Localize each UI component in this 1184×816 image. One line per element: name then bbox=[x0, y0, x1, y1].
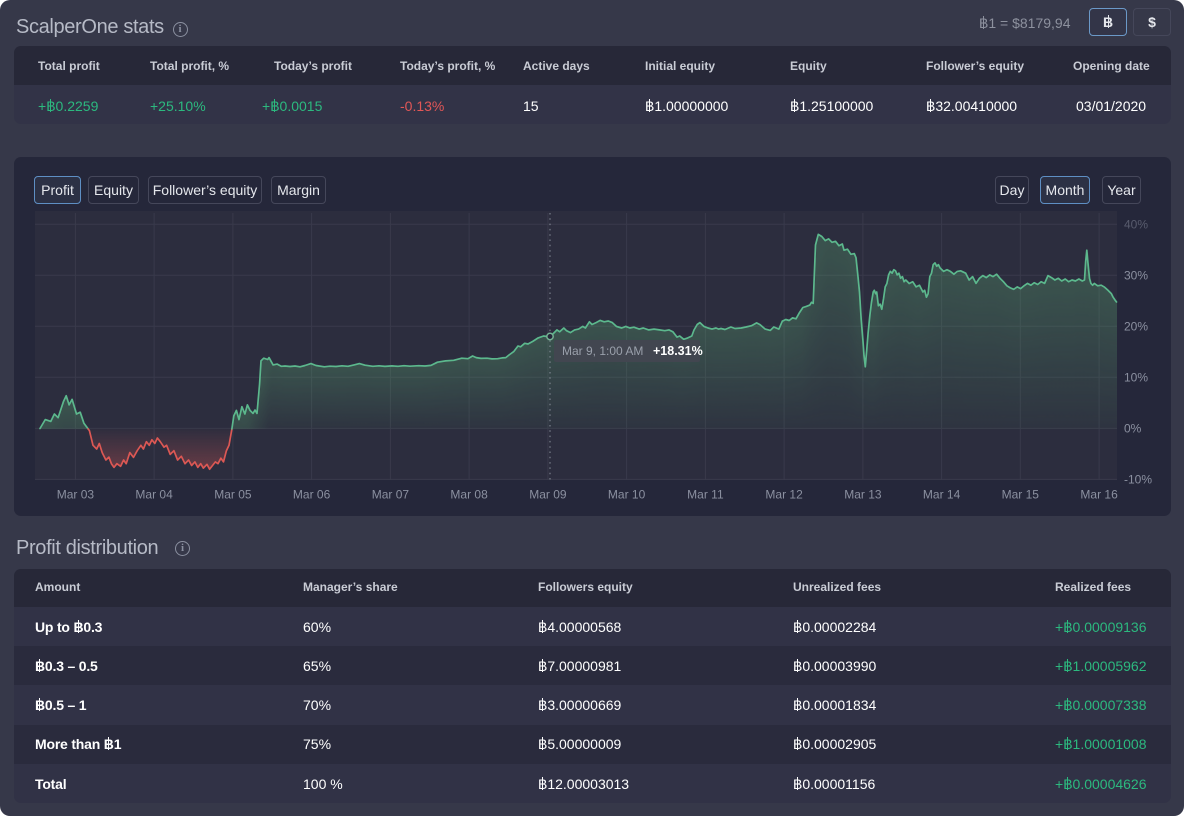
svg-text:40%: 40% bbox=[1124, 218, 1148, 232]
svg-text:Mar 15: Mar 15 bbox=[1002, 488, 1040, 502]
svg-text:Mar 13: Mar 13 bbox=[844, 488, 882, 502]
svg-text:10%: 10% bbox=[1124, 371, 1148, 385]
svg-text:Mar 09: Mar 09 bbox=[529, 488, 567, 502]
svg-text:Mar 9, 1:00 AM: Mar 9, 1:00 AM bbox=[562, 344, 643, 358]
svg-text:-10%: -10% bbox=[1124, 473, 1152, 487]
svg-text:20%: 20% bbox=[1124, 320, 1148, 334]
svg-text:Mar 03: Mar 03 bbox=[57, 488, 95, 502]
svg-text:+18.31%: +18.31% bbox=[653, 344, 703, 358]
svg-text:Mar 14: Mar 14 bbox=[923, 488, 961, 502]
svg-text:0%: 0% bbox=[1124, 422, 1142, 436]
svg-text:30%: 30% bbox=[1124, 269, 1148, 283]
svg-text:Mar 07: Mar 07 bbox=[372, 488, 410, 502]
svg-text:Mar 04: Mar 04 bbox=[135, 488, 173, 502]
svg-text:Mar 16: Mar 16 bbox=[1080, 488, 1118, 502]
svg-text:Mar 12: Mar 12 bbox=[765, 488, 803, 502]
svg-text:Mar 05: Mar 05 bbox=[214, 488, 252, 502]
svg-text:Mar 11: Mar 11 bbox=[687, 488, 724, 502]
svg-text:Mar 10: Mar 10 bbox=[608, 488, 646, 502]
svg-text:Mar 08: Mar 08 bbox=[450, 488, 488, 502]
svg-text:Mar 06: Mar 06 bbox=[293, 488, 331, 502]
